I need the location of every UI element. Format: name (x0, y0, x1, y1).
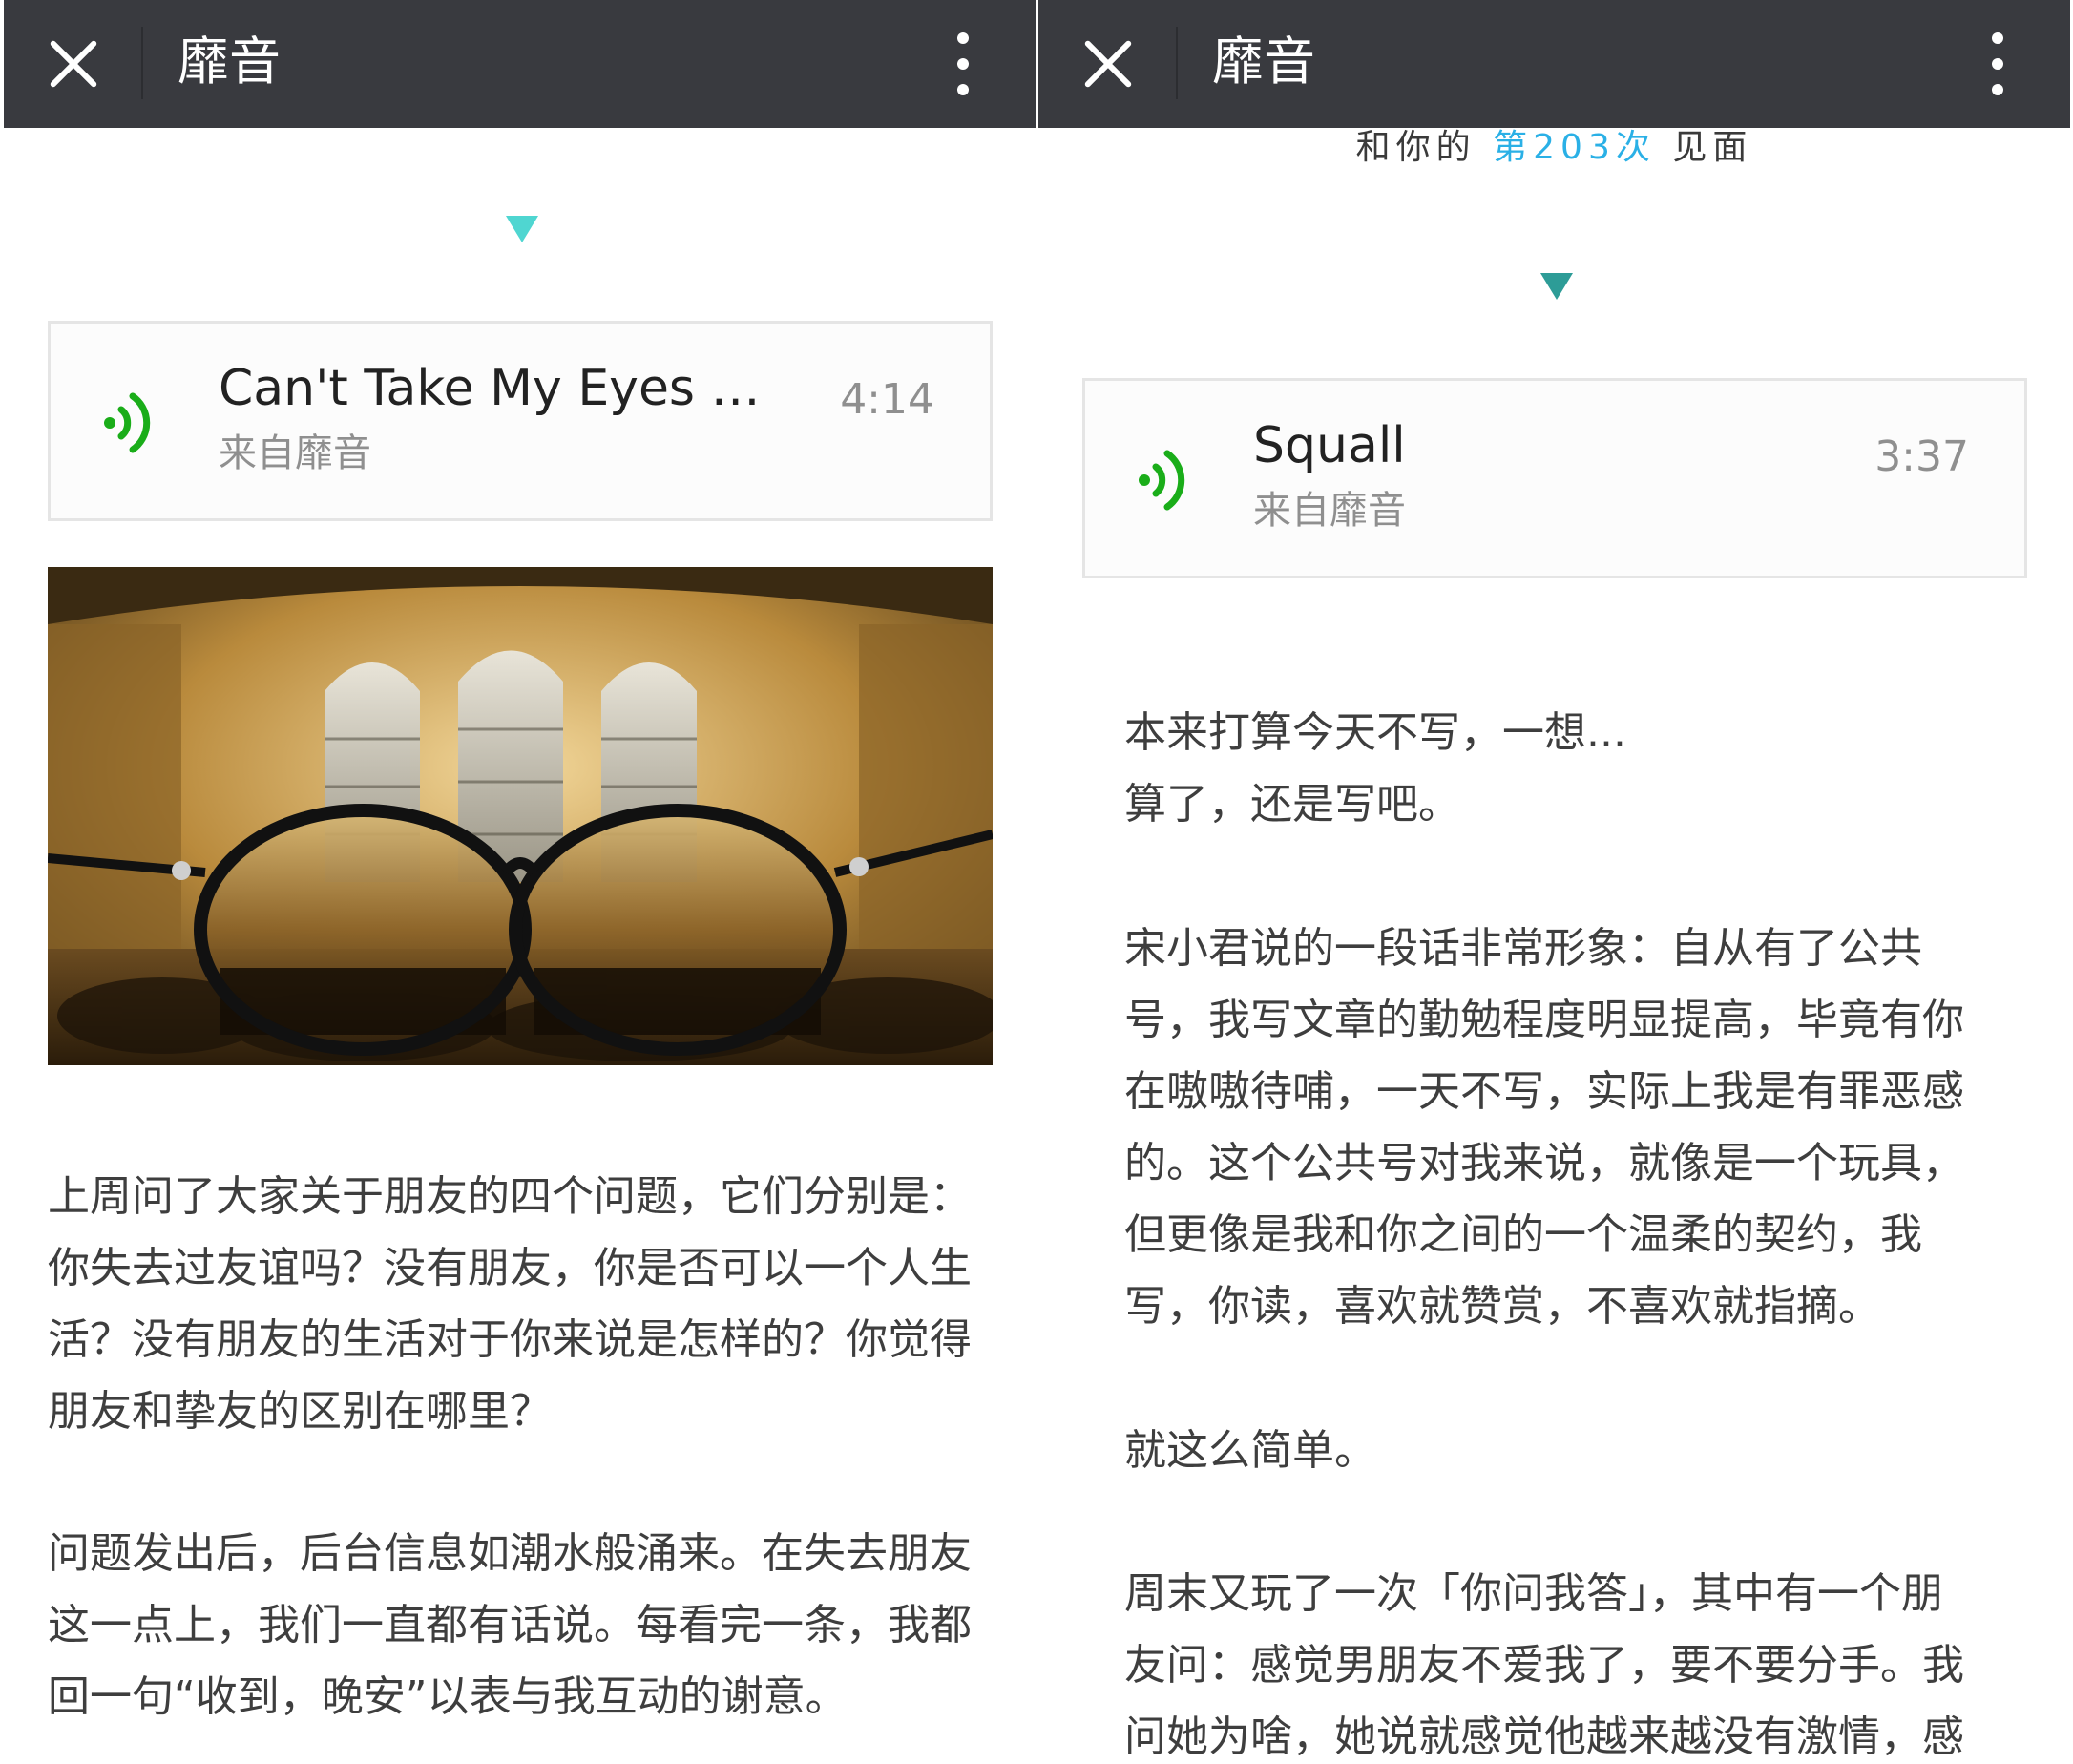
text-line: 上周问了大家关于朋友的四个问题，它们分别是： (48, 1172, 972, 1221)
text-line: 但更像是我和你之间的一个温柔的契约，我 (1124, 1210, 1922, 1259)
text-line: 你失去过友谊吗？没有朋友，你是否可以一个人生 (48, 1244, 972, 1292)
audio-wave-icon (104, 392, 151, 453)
top-bar: 靡音 (4, 0, 1036, 128)
text-line: 在嗷嗷待哺，一天不写，实际上我是有罪恶感 (1124, 1067, 1964, 1116)
bar-divider (1176, 27, 1178, 99)
text-line: 的。这个公共号对我来说，就像是一个玩具， (1124, 1139, 1964, 1187)
article-paragraph: 周末又玩了一次「你问我答」，其中有一个朋 友问：感觉男朋友不爱我了，要不要分手。… (1124, 1558, 2041, 1764)
bar-divider (141, 27, 143, 99)
meeting-suffix: 见面 (1672, 128, 1753, 167)
text-line: 号，我写文章的勤勉程度明显提高，毕竟有你 (1124, 996, 1964, 1044)
song-duration: 3:37 (1874, 432, 1969, 481)
meeting-count-line: 和你的 第203次 见面 (1038, 124, 2070, 172)
text-line: 问题发出后，后台信息如潮水般涌来。在失去朋友 (48, 1529, 972, 1578)
text-line: 周末又玩了一次「你问我答」，其中有一个朋 (1124, 1569, 1943, 1618)
music-card[interactable]: Squall 来自靡音 3:37 (1082, 378, 2027, 578)
close-icon[interactable] (1082, 38, 1134, 90)
audio-wave-icon (1139, 450, 1185, 511)
song-title: Squall (1253, 417, 1406, 474)
music-card[interactable]: Can't Take My Eyes Of… 来自靡音 4:14 (48, 321, 993, 521)
article-paragraph: 本来打算今天不写，一想... 算了，还是写吧。 (1124, 697, 2041, 840)
text-line: 就这么简单。 (1124, 1426, 1376, 1475)
more-options-icon[interactable] (957, 32, 969, 95)
song-source: 来自靡音 (1253, 489, 1406, 533)
more-options-icon[interactable] (1992, 32, 2003, 95)
page-title: 靡音 (178, 32, 281, 92)
text-line: 友问：感觉男朋友不爱我了，要不要分手。我 (1124, 1641, 1964, 1690)
song-title: Can't Take My Eyes Of… (219, 360, 791, 417)
meeting-prefix: 和你的 (1355, 128, 1476, 167)
text-line: 问她为啥，她说就感觉他越来越没有激情，感 (1124, 1712, 1964, 1761)
text-line: 宋小君说的一段话非常形象：自从有了公共 (1124, 924, 1922, 973)
song-duration: 4:14 (840, 375, 934, 424)
close-icon[interactable] (48, 38, 99, 90)
article-paragraph: 上周问了大家关于朋友的四个问题，它们分别是： 你失去过友谊吗？没有朋友，你是否可… (48, 1161, 1002, 1447)
text-line: 朋友和挚友的区别在哪里？ (48, 1387, 552, 1436)
page-title: 靡音 (1212, 32, 1315, 92)
article-paragraph: 问题发出后，后台信息如潮水般涌来。在失去朋友 这一点上，我们一直都有话说。每看完… (48, 1518, 1002, 1732)
text-line: 本来打算今天不写，一想... (1124, 708, 1626, 757)
top-bar: 靡音 (1038, 0, 2070, 128)
right-screen: 靡音 和你的 第203次 见面 Squall 来自靡音 3:37 本来打算今天不… (1038, 0, 2070, 1764)
triangle-decoration-icon (1540, 273, 1573, 300)
song-source: 来自靡音 (219, 431, 371, 475)
left-screen: 靡音 Can't Take My Eyes Of… 来自靡音 4:14 上周问了… (4, 0, 1036, 1764)
text-line: 写，你读，喜欢就赞赏，不喜欢就指摘。 (1124, 1282, 1880, 1331)
text-line: 回一句“收到，晚安”以表与我互动的谢意。 (48, 1672, 848, 1721)
screenshot-stage: 靡音 Can't Take My Eyes Of… 来自靡音 4:14 上周问了… (0, 0, 2073, 1764)
meeting-count: 第203次 (1493, 128, 1656, 167)
text-line: 活？没有朋友的生活对于你来说是怎样的？你觉得 (48, 1315, 972, 1364)
article-photo (48, 567, 993, 1065)
article-paragraph: 就这么简单。 (1124, 1415, 2041, 1486)
text-line: 这一点上，我们一直都有话说。每看完一条，我都 (48, 1601, 972, 1649)
triangle-decoration-icon (506, 216, 538, 242)
article-paragraph: 宋小君说的一段话非常形象：自从有了公共 号，我写文章的勤勉程度明显提高，毕竟有你… (1124, 913, 2041, 1342)
text-line: 算了，还是写吧。 (1124, 780, 1460, 829)
